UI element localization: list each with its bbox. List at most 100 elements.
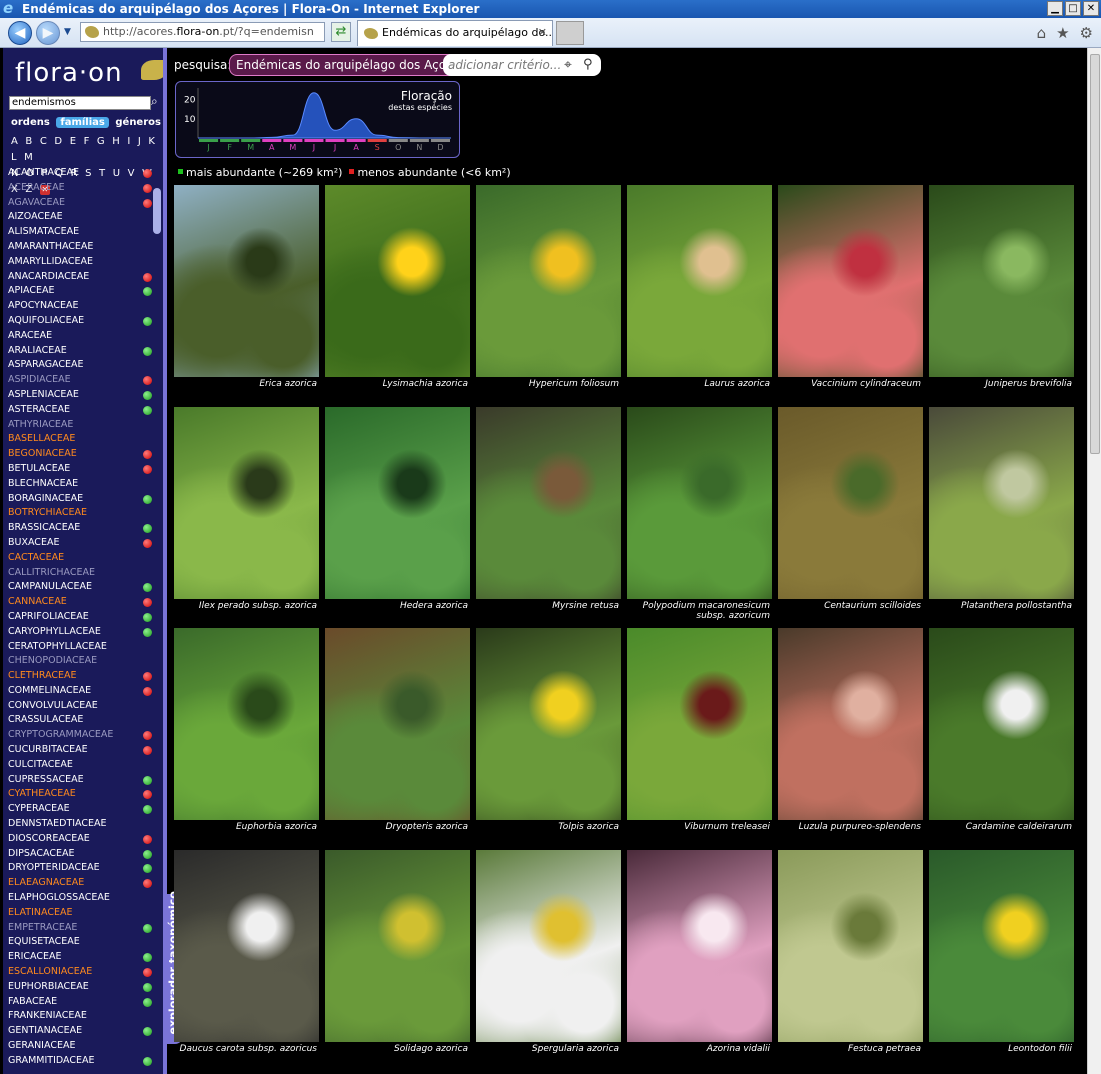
family-item[interactable]: EUPHORBIACEAE	[8, 980, 152, 995]
family-item[interactable]: ELAEAGNACEAE	[8, 876, 152, 891]
family-item[interactable]: CHENOPODIACEAE	[8, 654, 150, 669]
family-item[interactable]: FRANKENIACEAE	[8, 1009, 150, 1024]
species-card[interactable]: Solidago azorica	[325, 849, 470, 1070]
family-item[interactable]: AMARANTHACEAE	[8, 240, 150, 255]
species-photo[interactable]	[929, 628, 1074, 820]
family-item[interactable]: CARYOPHYLLACEAE	[8, 625, 152, 640]
species-card[interactable]: Myrsine retusa	[476, 406, 621, 627]
letters-row-1[interactable]: A B C D E F G H I J K L M	[11, 134, 163, 166]
species-photo[interactable]	[325, 406, 470, 599]
species-name[interactable]: Erica azorica	[174, 379, 319, 389]
species-card[interactable]: Tolpis azorica	[476, 628, 621, 848]
locate-target-icon[interactable]: ⌖	[564, 54, 572, 76]
species-photo[interactable]	[929, 849, 1074, 1042]
family-item[interactable]: EMPETRACEAE	[8, 921, 152, 936]
species-name[interactable]: Leontodon filii	[929, 1044, 1074, 1054]
species-name[interactable]: Myrsine retusa	[476, 601, 621, 611]
family-item[interactable]: CYATHEACEAE	[8, 787, 152, 802]
family-item[interactable]: AGAVACEAE	[8, 196, 152, 211]
family-item[interactable]: FABACEAE	[8, 995, 152, 1010]
family-item[interactable]: CERATOPHYLLACEAE	[8, 640, 150, 655]
species-name[interactable]: Hypericum foliosum	[476, 379, 621, 389]
species-name[interactable]: Viburnum treleasei	[627, 822, 772, 832]
species-photo[interactable]	[778, 849, 923, 1042]
family-item[interactable]: AMARYLLIDACEAE	[8, 255, 150, 270]
species-photo[interactable]	[627, 406, 772, 599]
family-item[interactable]: APOCYNACEAE	[8, 299, 150, 314]
species-photo[interactable]	[929, 406, 1074, 599]
species-card[interactable]: Viburnum treleasei	[627, 628, 772, 848]
family-item[interactable]: BOTRYCHIACEAE	[8, 506, 150, 521]
family-item[interactable]: DENNSTAEDTIACEAE	[8, 817, 150, 832]
species-name[interactable]: Festuca petraea	[778, 1044, 923, 1054]
new-tab-button[interactable]	[556, 21, 584, 45]
family-item[interactable]: CLETHRACEAE	[8, 669, 152, 684]
species-photo[interactable]	[174, 185, 319, 377]
search-criterion-pill[interactable]: Endémicas do arquipélago dos Açores	[229, 54, 472, 76]
family-item[interactable]: GERANIACEAE	[8, 1039, 150, 1054]
maximize-button[interactable]: □	[1065, 1, 1081, 16]
species-photo[interactable]	[476, 185, 621, 377]
species-card[interactable]: Juniperus brevifolia	[929, 185, 1074, 405]
family-search-input[interactable]: endemismos	[9, 96, 151, 110]
family-item[interactable]: CONVOLVULACEAE	[8, 699, 150, 714]
family-item[interactable]: ACANTHACEAE	[8, 166, 152, 181]
family-item[interactable]: ARALIACEAE	[8, 344, 152, 359]
family-item[interactable]: ATHYRIACEAE	[8, 418, 150, 433]
family-item[interactable]: BASELLACEAE	[8, 432, 150, 447]
family-item[interactable]: ASPIDIACEAE	[8, 373, 152, 388]
family-item[interactable]: ARACEAE	[8, 329, 150, 344]
page-scrollbar[interactable]	[1087, 48, 1101, 1074]
toggle-ordens[interactable]: ordens	[11, 117, 50, 128]
species-card[interactable]: Hedera azorica	[325, 406, 470, 627]
family-item[interactable]: ESCALLONIACEAE	[8, 965, 152, 980]
species-name[interactable]: Daucus carota subsp. azoricus	[174, 1044, 319, 1054]
family-list-scrollbar[interactable]	[153, 188, 161, 234]
species-card[interactable]: Luzula purpureo-splendens	[778, 628, 923, 848]
family-item[interactable]: BLECHNACEAE	[8, 477, 150, 492]
family-item[interactable]: DIPSACACEAE	[8, 847, 152, 862]
history-dropdown-icon[interactable]: ▼	[64, 27, 71, 37]
family-item[interactable]: ELATINACEAE	[8, 906, 150, 921]
family-item[interactable]: ASPLENIACEAE	[8, 388, 152, 403]
toggle-familias[interactable]: famílias	[56, 117, 109, 128]
family-item[interactable]: GENTIANACEAE	[8, 1024, 152, 1039]
species-name[interactable]: Polypodium macaronesicum subsp. azoricum	[627, 601, 772, 621]
family-item[interactable]: DRYOPTERIDACEAE	[8, 861, 152, 876]
settings-gear-icon[interactable]: ⚙	[1080, 24, 1093, 42]
species-name[interactable]: Centaurium scilloides	[778, 601, 923, 611]
family-item[interactable]: CAMPANULACEAE	[8, 580, 152, 595]
family-item[interactable]: ASTERACEAE	[8, 403, 152, 418]
species-name[interactable]: Euphorbia azorica	[174, 822, 319, 832]
species-card[interactable]: Leontodon filii	[929, 849, 1074, 1070]
home-icon[interactable]: ⌂	[1037, 24, 1047, 42]
species-photo[interactable]	[325, 628, 470, 820]
family-item[interactable]: CANNACEAE	[8, 595, 152, 610]
species-photo[interactable]	[627, 628, 772, 820]
family-item[interactable]: ACERACEAE	[8, 181, 152, 196]
species-card[interactable]: Erica azorica	[174, 185, 319, 405]
family-item[interactable]: CRYPTOGRAMMACEAE	[8, 728, 152, 743]
species-name[interactable]: Luzula purpureo-splendens	[778, 822, 923, 832]
species-name[interactable]: Vaccinium cylindraceum	[778, 379, 923, 389]
species-card[interactable]: Cardamine caldeirarum	[929, 628, 1074, 848]
species-card[interactable]: Lysimachia azorica	[325, 185, 470, 405]
species-card[interactable]: Dryopteris azorica	[325, 628, 470, 848]
species-photo[interactable]	[778, 628, 923, 820]
add-criterion-input[interactable]: adicionar critério... ⌖ ⚲	[443, 54, 601, 76]
species-photo[interactable]	[627, 185, 772, 377]
family-item[interactable]: ASPARAGACEAE	[8, 358, 150, 373]
family-item[interactable]: APIACEAE	[8, 284, 152, 299]
species-card[interactable]: Vaccinium cylindraceum	[778, 185, 923, 405]
close-window-button[interactable]: ✕	[1083, 1, 1099, 16]
family-item[interactable]: CAPRIFOLIACEAE	[8, 610, 152, 625]
species-name[interactable]: Tolpis azorica	[476, 822, 621, 832]
species-name[interactable]: Ilex perado subsp. azorica	[174, 601, 319, 611]
species-name[interactable]: Spergularia azorica	[476, 1044, 621, 1054]
compatibility-refresh-button[interactable]: ⇄	[331, 22, 351, 42]
family-item[interactable]: ANACARDIACEAE	[8, 270, 152, 285]
forward-button[interactable]: ▶	[36, 21, 60, 45]
species-photo[interactable]	[476, 849, 621, 1042]
map-search-icon[interactable]: ⚲	[583, 54, 593, 76]
species-photo[interactable]	[627, 849, 772, 1042]
